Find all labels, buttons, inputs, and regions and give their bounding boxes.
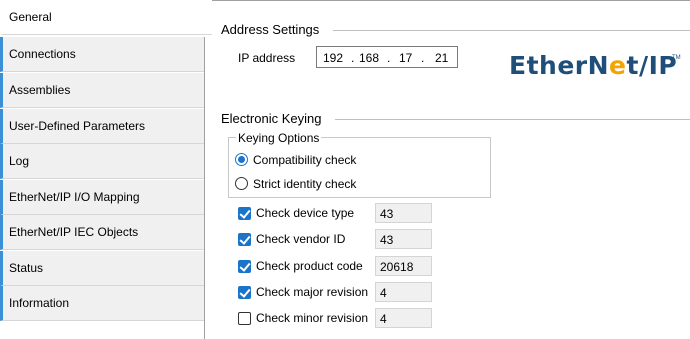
strict-identity-check-radio[interactable]: [235, 177, 248, 190]
vendor-id-value: 43: [375, 229, 432, 249]
sidebar-item-label: User-Defined Parameters: [9, 119, 146, 133]
ip-octet-4[interactable]: 21: [435, 51, 448, 65]
sidebar-item-status[interactable]: Status: [0, 251, 204, 286]
sidebar-item-connections[interactable]: Connections: [0, 37, 204, 72]
compatibility-check-label[interactable]: Compatibility check: [253, 153, 356, 167]
check-device-type-label[interactable]: Check device type: [256, 206, 354, 220]
device-type-value: 43: [375, 203, 432, 223]
compatibility-check-radio[interactable]: [235, 153, 248, 166]
ip-dot: .: [387, 51, 391, 65]
ip-address-field[interactable]: 192 . 168 . 17 . 21: [316, 46, 458, 68]
product-code-value: 20618: [375, 256, 432, 276]
check-vendor-id-label[interactable]: Check vendor ID: [256, 232, 345, 246]
sidebar-item-assemblies[interactable]: Assemblies: [0, 73, 204, 108]
sidebar-item-user-defined-parameters[interactable]: User-Defined Parameters: [0, 109, 204, 144]
sidebar-item-io-mapping[interactable]: EtherNet/IP I/O Mapping: [0, 180, 204, 215]
sidebar-item-information[interactable]: Information: [0, 286, 204, 321]
ip-octet-3[interactable]: 17: [399, 51, 412, 65]
product-code-value-text: 20618: [380, 260, 414, 274]
keying-options-title: Keying Options: [236, 131, 322, 145]
check-product-code-checkbox[interactable]: [238, 260, 251, 273]
device-type-value-text: 43: [380, 207, 394, 221]
ip-octet-1[interactable]: 192: [323, 51, 343, 65]
major-revision-value: 4: [375, 282, 432, 302]
sidebar-item-label: Information: [9, 296, 70, 310]
section-divider: [335, 119, 690, 120]
logo-accent: e: [609, 51, 627, 80]
sidebar-item-iec-objects[interactable]: EtherNet/IP IEC Objects: [0, 215, 204, 250]
electronic-keying-title: Electronic Keying: [221, 111, 322, 126]
strict-identity-check-label[interactable]: Strict identity check: [253, 177, 356, 191]
sidebar-divider: [204, 37, 205, 339]
logo-text: EtherN: [509, 51, 610, 80]
section-divider: [333, 30, 690, 31]
check-device-type-checkbox[interactable]: [238, 207, 251, 220]
logo-text-end: t/IP: [626, 51, 678, 80]
sidebar-item-label: Status: [9, 261, 44, 275]
ip-dot: .: [351, 51, 355, 65]
minor-revision-value: 4: [375, 308, 432, 328]
panel-top-border: [212, 0, 690, 1]
sidebar-item-label: EtherNet/IP IEC Objects: [9, 225, 139, 239]
minor-revision-value-text: 4: [380, 312, 387, 326]
logo-trademark: TM: [672, 55, 681, 61]
check-product-code-label[interactable]: Check product code: [256, 259, 363, 273]
sidebar-item-log[interactable]: Log: [0, 144, 204, 179]
sidebar-item-label: General: [9, 10, 52, 24]
sidebar-item-label: EtherNet/IP I/O Mapping: [9, 190, 140, 204]
vendor-id-value-text: 43: [380, 233, 394, 247]
check-major-revision-label[interactable]: Check major revision: [256, 285, 368, 299]
address-settings-title: Address Settings: [221, 22, 320, 37]
sidebar-item-label: Assemblies: [9, 83, 71, 97]
check-vendor-id-checkbox[interactable]: [238, 233, 251, 246]
ethernet-ip-logo: EtherNet/IP: [509, 51, 677, 80]
sidebar-item-general[interactable]: General: [0, 0, 212, 35]
check-minor-revision-checkbox[interactable]: [238, 312, 251, 325]
ip-dot: .: [421, 51, 425, 65]
sidebar: General Connections Assemblies User-Defi…: [0, 0, 212, 339]
sidebar-item-label: Connections: [9, 47, 76, 61]
check-major-revision-checkbox[interactable]: [238, 286, 251, 299]
check-minor-revision-label[interactable]: Check minor revision: [256, 311, 368, 325]
ip-address-label: IP address: [238, 51, 296, 65]
ip-octet-2[interactable]: 168: [359, 51, 379, 65]
major-revision-value-text: 4: [380, 286, 387, 300]
sidebar-item-label: Log: [9, 154, 30, 168]
